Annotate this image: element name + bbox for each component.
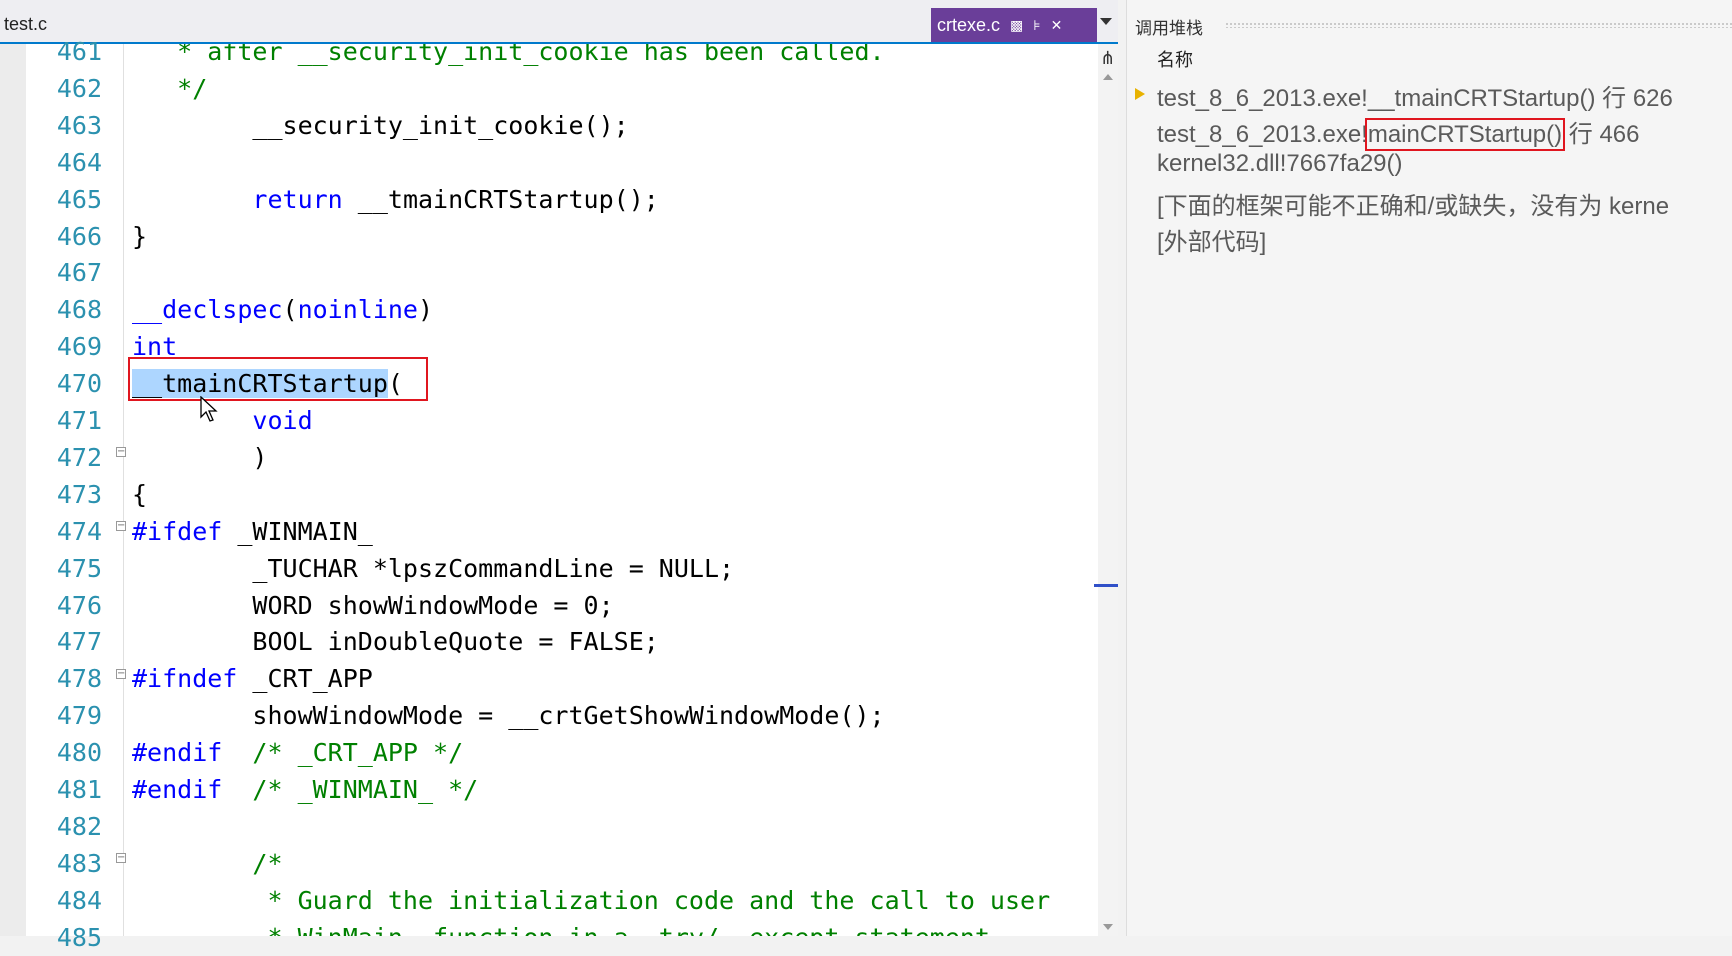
line-number: 465 xyxy=(56,184,102,214)
stack-frame-row[interactable]: test_8_6_2013.exe!mainCRTStartup() 行 466 xyxy=(1157,114,1640,151)
line-number-gutter: 461 462 463 464 465 466 467 468 469 470 471 472 473 4… xyxy=(0,37,122,952)
line-number: 474 xyxy=(56,516,102,546)
code-line[interactable]: WORD showWindowMode = 0; xyxy=(132,588,613,624)
dropdown-icon[interactable] xyxy=(1100,18,1112,25)
line-number: 463 xyxy=(56,110,102,140)
code-line[interactable]: #ifdef _WINMAIN_ xyxy=(132,514,373,550)
code-line[interactable]: return __tmainCRTStartup(); xyxy=(132,182,658,218)
tab-bar: test.c crtexe.c ▩ ⊧ ✕ xyxy=(0,0,1118,44)
code-area[interactable]: * after __security_init_cookie has been … xyxy=(132,44,1098,936)
line-number: 478 xyxy=(56,664,102,694)
line-number: 469 xyxy=(56,332,102,362)
code-line[interactable]: * Guard the initialization code and the … xyxy=(132,883,1050,919)
line-number: 479 xyxy=(56,701,102,731)
code-line[interactable]: } xyxy=(132,219,147,255)
fold-toggle-474[interactable]: − xyxy=(116,521,126,531)
scroll-up-icon[interactable] xyxy=(1103,74,1113,80)
code-line[interactable]: * WinMain function in a try/ except stat… xyxy=(132,920,989,936)
frame-line: 行 466 xyxy=(1562,121,1640,148)
line-number: 470 xyxy=(56,369,102,399)
stack-frame-row[interactable]: test_8_6_2013.exe!__tmainCRTStartup() 行 … xyxy=(1157,78,1673,113)
line-number: 483 xyxy=(56,848,102,878)
fold-toggle-478[interactable]: − xyxy=(116,669,126,679)
close-icon[interactable]: ✕ xyxy=(1051,17,1063,34)
panel-title-grip[interactable] xyxy=(1225,22,1732,28)
code-line[interactable]: */ xyxy=(132,71,207,107)
line-number: 466 xyxy=(56,221,102,251)
scroll-down-icon[interactable] xyxy=(1103,924,1113,930)
pin-icon[interactable]: ⊧ xyxy=(1033,17,1040,34)
current-frame-arrow-icon xyxy=(1135,88,1145,100)
line-number: 484 xyxy=(56,885,102,915)
line-number: 462 xyxy=(56,73,102,103)
code-line[interactable]: #ifndef _CRT_APP xyxy=(132,661,373,697)
code-line[interactable]: ) xyxy=(132,440,267,476)
line-number: 467 xyxy=(56,258,102,288)
gutter-separator xyxy=(123,44,124,936)
call-stack-panel: 调用堆栈 名称 test_8_6_2013.exe!__tmainCRTStar… xyxy=(1126,0,1732,936)
line-number: 481 xyxy=(56,775,102,804)
stack-frame-row[interactable]: [外部代码] xyxy=(1157,222,1266,257)
frame-module: test_8_6_2013.exe! xyxy=(1157,121,1368,148)
save-icon[interactable]: ▩ xyxy=(1010,17,1023,34)
tab-crtexe-c[interactable]: crtexe.c ▩ ⊧ ✕ xyxy=(931,8,1097,42)
frame-function-highlighted: mainCRTStartup() xyxy=(1364,118,1566,151)
line-number: 482 xyxy=(56,811,102,841)
code-line[interactable]: #endif /* _CRT_APP */ xyxy=(132,735,463,771)
line-number: 464 xyxy=(56,147,102,177)
code-line[interactable]: BOOL inDoubleQuote = FALSE; xyxy=(132,624,658,660)
vertical-scrollbar[interactable]: ⋔ xyxy=(1094,44,1118,936)
panel-title: 调用堆栈 xyxy=(1135,19,1203,39)
code-line[interactable]: * after __security_init_cookie has been … xyxy=(132,44,884,70)
code-line[interactable]: _TUCHAR *lpszCommandLine = NULL; xyxy=(132,551,734,587)
line-number: 480 xyxy=(56,738,102,768)
line-number: 468 xyxy=(56,295,102,325)
code-line[interactable]: __security_init_cookie(); xyxy=(132,108,628,144)
code-line[interactable]: #endif /* _WINMAIN_ */ xyxy=(132,772,478,808)
line-number: 472 xyxy=(56,442,102,472)
splitter-icon[interactable]: ⋔ xyxy=(1100,48,1115,69)
line-number: 476 xyxy=(56,590,102,620)
code-line[interactable]: /* xyxy=(132,846,282,882)
code-line[interactable]: showWindowMode = __crtGetShowWindowMode(… xyxy=(132,698,884,734)
mouse-cursor-icon xyxy=(200,396,218,422)
code-line[interactable]: { xyxy=(132,477,147,513)
highlight-box-tmaincrtstartup xyxy=(128,357,428,401)
selection-margin[interactable] xyxy=(0,44,26,936)
fold-toggle-483[interactable]: − xyxy=(116,853,126,863)
stack-frame-row[interactable]: kernel32.dll!7667fa29() xyxy=(1157,150,1403,178)
fold-toggle-472[interactable]: − xyxy=(116,447,126,457)
code-editor[interactable]: test.c crtexe.c ▩ ⊧ ✕ 461 462 463 464 465 466… xyxy=(0,0,1118,952)
line-number: 461 xyxy=(56,37,102,66)
column-header-name[interactable]: 名称 xyxy=(1157,46,1193,72)
tab-title: crtexe.c xyxy=(937,14,1001,35)
line-number: 477 xyxy=(56,627,102,657)
stack-frame-row[interactable]: [下面的框架可能不正确和/或缺失，没有为 kerne xyxy=(1157,186,1669,221)
scroll-position-marker xyxy=(1094,584,1118,587)
line-number: 473 xyxy=(56,479,102,509)
code-line[interactable]: void xyxy=(132,403,312,439)
line-number: 475 xyxy=(56,553,102,583)
code-line[interactable]: __declspec(noinline) xyxy=(132,292,433,328)
line-number: 471 xyxy=(56,406,102,435)
tab-test-c[interactable]: test.c xyxy=(4,14,47,35)
line-number: 485 xyxy=(56,922,102,952)
